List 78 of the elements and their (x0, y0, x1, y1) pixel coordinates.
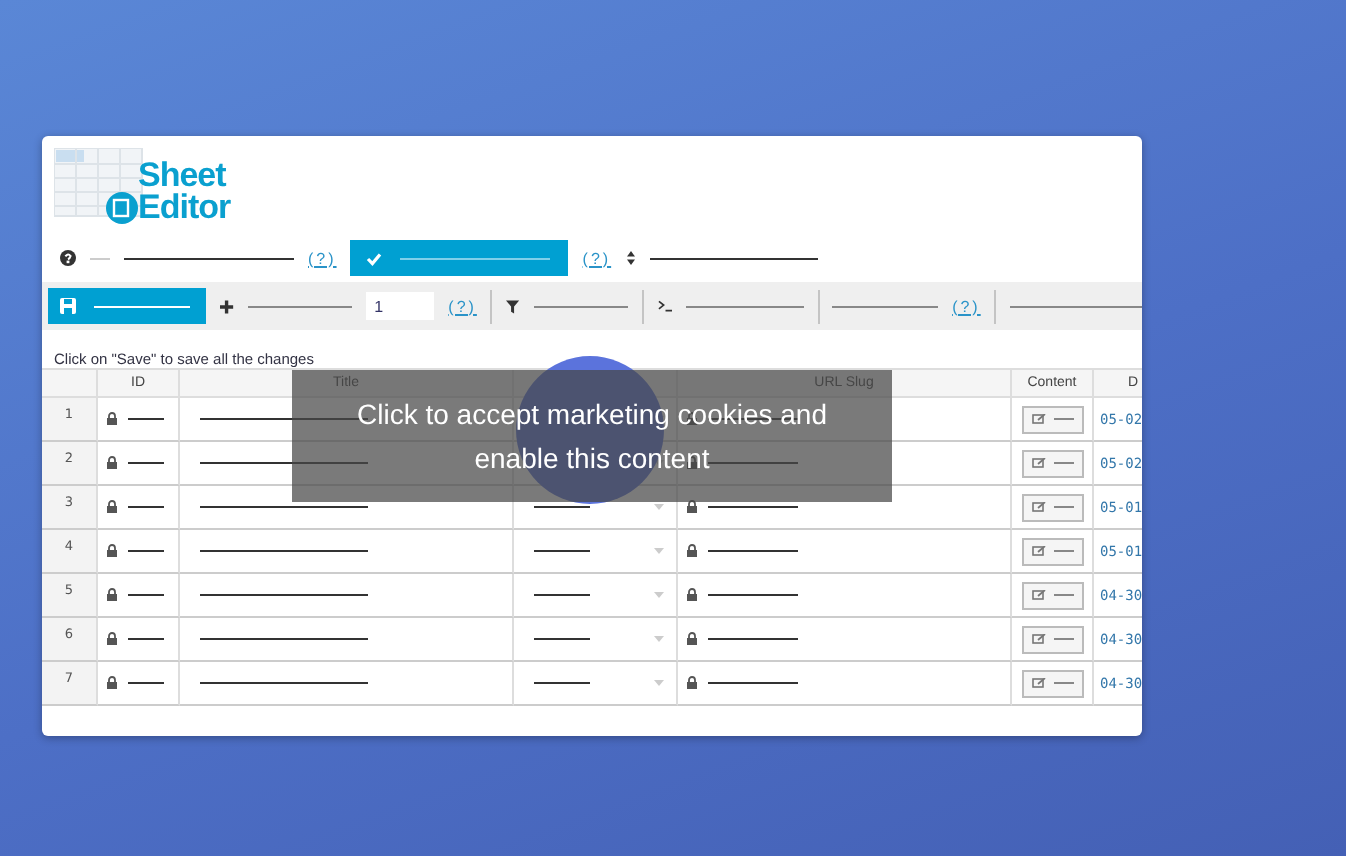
terminal-icon (657, 300, 673, 312)
dropdown-arrow-icon (654, 504, 664, 510)
edit-icon (1031, 458, 1045, 468)
sort-icon (625, 250, 636, 266)
lock-icon (686, 588, 698, 602)
lock-icon (686, 544, 698, 558)
redacted-text-line (128, 506, 164, 508)
redacted-text-line (1053, 682, 1073, 684)
redacted-text-line (533, 305, 628, 307)
redacted-text-line (534, 506, 590, 508)
redacted-text-line (534, 550, 590, 552)
lock-icon (106, 544, 118, 558)
redacted-text-line (128, 418, 164, 420)
edit-button[interactable] (1021, 669, 1083, 697)
help-icon (60, 250, 76, 266)
lock-icon (106, 676, 118, 690)
redacted-text-line (534, 594, 590, 596)
overlay-text: Click to accept marketing cookies and (357, 398, 827, 430)
lock-icon (686, 676, 698, 690)
edit-button[interactable] (1021, 625, 1083, 653)
edit-icon (1031, 414, 1045, 424)
check-icon (366, 251, 383, 265)
redacted-text-line (1053, 418, 1073, 420)
edit-icon (1031, 634, 1045, 644)
redacted-text-line (686, 305, 804, 307)
lock-icon (106, 588, 118, 602)
redacted-text-line (128, 682, 164, 684)
help-link[interactable]: (?) (308, 249, 337, 267)
save-button[interactable] (48, 288, 206, 324)
lock-icon (686, 500, 698, 514)
redacted-text-line (708, 638, 798, 640)
lock-icon (106, 500, 118, 514)
redacted-text-line (90, 257, 110, 259)
edit-icon (1031, 502, 1045, 512)
lock-icon (106, 632, 118, 646)
edit-button[interactable] (1021, 493, 1083, 521)
edit-button[interactable] (1021, 537, 1083, 565)
edit-icon (1031, 590, 1045, 600)
dropdown-arrow-icon (654, 548, 664, 554)
edit-button[interactable] (1021, 581, 1083, 609)
lock-icon (106, 456, 118, 470)
overlay-text: enable this content (474, 442, 710, 474)
edit-icon (1031, 546, 1045, 556)
redacted-text-line (1053, 594, 1073, 596)
redacted-text-line (832, 305, 939, 307)
lock-icon (106, 412, 118, 426)
redacted-text-line (1053, 506, 1073, 508)
redacted-text-line (1053, 638, 1073, 640)
edit-button[interactable] (1021, 449, 1083, 477)
dropdown-arrow-icon (654, 680, 664, 686)
redacted-text-line (128, 638, 164, 640)
dropdown-arrow-icon (654, 636, 664, 642)
help-link[interactable]: (?) (448, 297, 477, 315)
redacted-text-line (708, 550, 798, 552)
plus-icon (220, 299, 234, 313)
logo-text: Editor (138, 192, 231, 224)
edit-button[interactable] (1021, 405, 1083, 433)
redacted-text-line (1053, 550, 1073, 552)
help-link[interactable]: (?) (952, 297, 981, 315)
redacted-text-line (128, 550, 164, 552)
redacted-text-line (708, 682, 798, 684)
redacted-text-line (128, 594, 164, 596)
redacted-text-line (128, 462, 164, 464)
redacted-text-line (708, 594, 798, 596)
help-link[interactable]: (?) (582, 249, 612, 267)
redacted-text-line (247, 305, 353, 307)
redacted-text-line (94, 305, 190, 307)
logo-text: Sheet (138, 160, 227, 192)
redacted-text-line (1010, 305, 1142, 307)
redacted-text-line (708, 506, 798, 508)
filter-icon (506, 299, 520, 313)
dropdown-arrow-icon (654, 592, 664, 598)
edit-icon (1031, 678, 1045, 688)
lock-icon (686, 632, 698, 646)
redacted-text-line (1053, 462, 1073, 464)
quantity-field[interactable]: 1 (366, 292, 435, 320)
redacted-text-line (534, 638, 590, 640)
redacted-text-line (534, 682, 590, 684)
